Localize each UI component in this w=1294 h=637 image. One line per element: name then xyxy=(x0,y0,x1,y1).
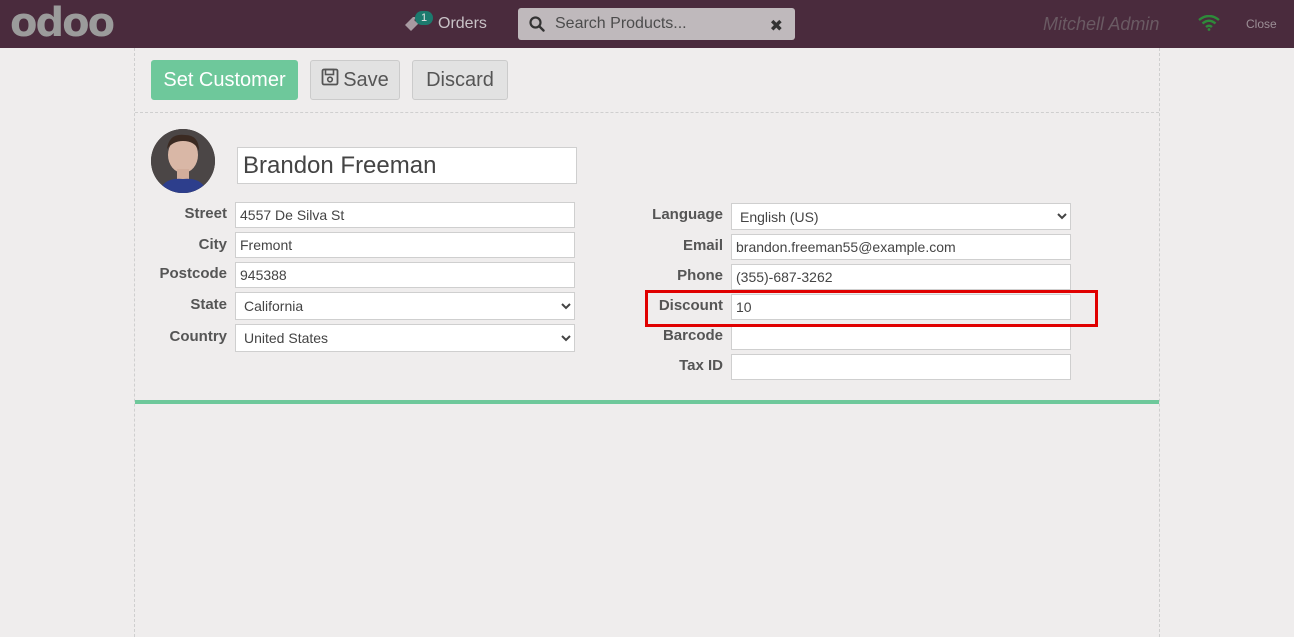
customer-edit-panel: Set Customer Save Discard Street City xyxy=(134,48,1160,637)
save-label: Save xyxy=(343,68,389,91)
discard-button[interactable]: Discard xyxy=(412,60,508,100)
street-input[interactable] xyxy=(235,202,575,228)
orders-label: Orders xyxy=(438,15,487,32)
language-label: Language xyxy=(652,206,723,223)
city-label: City xyxy=(198,236,227,253)
customer-avatar[interactable] xyxy=(151,129,215,193)
city-input[interactable] xyxy=(235,232,575,258)
postcode-label: Postcode xyxy=(159,265,227,282)
search-icon xyxy=(529,16,545,32)
orders-button[interactable]: 1 Orders xyxy=(404,10,487,38)
odoo-logo: odoo xyxy=(10,0,115,46)
discount-label: Discount xyxy=(658,297,723,314)
section-divider xyxy=(135,400,1159,404)
set-customer-button[interactable]: Set Customer xyxy=(151,60,298,100)
barcode-input[interactable] xyxy=(731,324,1071,350)
clear-search-icon[interactable]: ✖ xyxy=(770,16,783,36)
top-navbar: odoo 1 Orders ✖ Mitchell Admin C xyxy=(0,0,1294,48)
phone-label: Phone xyxy=(677,267,723,284)
phone-input[interactable] xyxy=(731,264,1071,290)
state-label: State xyxy=(190,296,227,313)
wifi-icon xyxy=(1198,14,1220,36)
floppy-disk-icon xyxy=(321,68,343,92)
close-button[interactable]: Close xyxy=(1246,17,1277,31)
customer-name-input[interactable] xyxy=(237,147,577,184)
language-select[interactable]: English (US) xyxy=(731,203,1071,230)
postcode-input[interactable] xyxy=(235,262,575,288)
user-name: Mitchell Admin xyxy=(1043,14,1160,34)
customer-toolbar: Set Customer Save Discard xyxy=(135,48,1159,113)
barcode-label: Barcode xyxy=(662,327,723,344)
discount-input[interactable] xyxy=(731,294,1071,320)
country-label: Country xyxy=(169,328,228,345)
save-button[interactable]: Save xyxy=(310,60,400,100)
email-input[interactable] xyxy=(731,234,1071,260)
search-input[interactable] xyxy=(555,15,760,33)
state-select[interactable]: California xyxy=(235,292,575,320)
tax-id-input[interactable] xyxy=(731,354,1071,380)
search-bar: ✖ xyxy=(518,8,795,40)
street-label: Street xyxy=(184,205,227,222)
orders-count-badge: 1 xyxy=(415,11,433,25)
ticket-icon: 1 xyxy=(404,11,433,35)
tax-id-label: Tax ID xyxy=(679,357,723,374)
email-label: Email xyxy=(682,237,723,254)
country-select[interactable]: United States xyxy=(235,324,575,352)
